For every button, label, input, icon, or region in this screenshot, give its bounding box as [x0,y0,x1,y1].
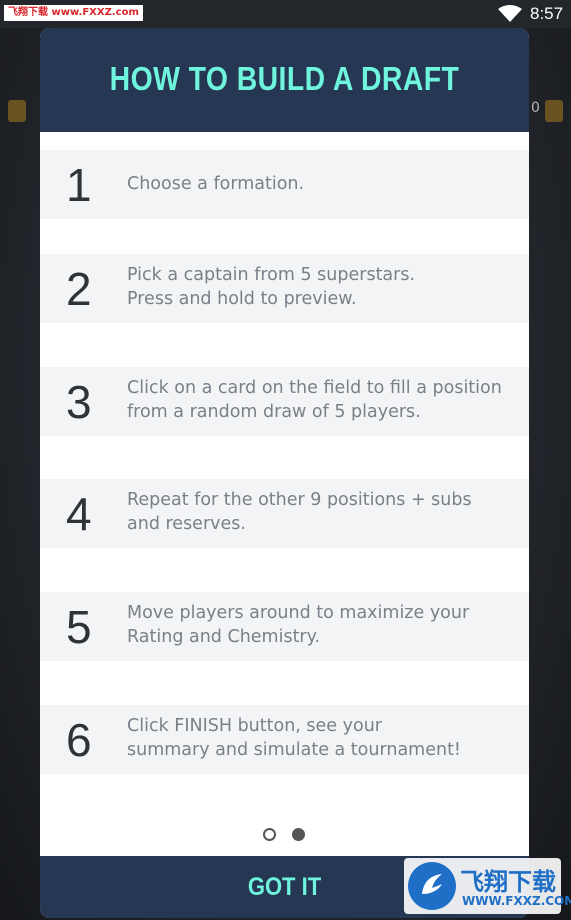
step-number: 2 [66,263,92,315]
step-text: Click on a card on the field to fill a p… [127,378,502,422]
step-number: 6 [66,714,92,766]
page-indicator [40,828,529,842]
coin-icon [8,100,26,122]
page-dot-1[interactable] [263,828,276,841]
step-1: 1 Choose a formation. [40,150,529,219]
status-clock: 8:57 [530,4,564,23]
step-5: 5 Move players around to maximize your R… [40,592,529,661]
logo-url: WWW.FXXZ.COM [462,894,571,908]
step-text: Move players around to maximize your Rat… [127,603,470,647]
background-counter: 0 [531,100,540,116]
step-2: 2 Pick a captain from 5 superstars. Pres… [40,254,529,323]
step-text: Repeat for the other 9 positions + subs … [127,490,472,534]
wifi-icon [498,5,522,22]
site-watermark: 飞翔下载 www.FXXZ.com [4,5,143,21]
site-logo: 飞翔下载 WWW.FXXZ.COM [404,858,571,914]
modal-title: HOW TO BUILD A DRAFT [109,60,460,97]
step-number: 5 [66,601,92,653]
step-text: Pick a captain from 5 superstars. Press … [127,265,416,309]
status-bar: 飞翔下载 www.FXXZ.com 8:57 [0,0,571,28]
step-3: 3 Click on a card on the field to fill a… [40,367,529,436]
modal-header: HOW TO BUILD A DRAFT [40,28,529,132]
step-4: 4 Repeat for the other 9 positions + sub… [40,479,529,548]
logo-name: 飞翔下载 [460,868,556,896]
step-text: Choose a formation. [127,174,305,194]
step-number: 3 [66,376,92,428]
draft-tutorial-modal: HOW TO BUILD A DRAFT 1 Choose a formatio… [40,28,529,918]
coin-icon [545,100,563,122]
step-text: Click FINISH button, see your summary an… [127,716,461,760]
step-number: 4 [66,488,92,540]
page-dot-2-current[interactable] [292,828,305,841]
logo-mark-icon [408,862,456,910]
step-6: 6 Click FINISH button, see your summary … [40,705,529,774]
step-number: 1 [66,159,92,211]
